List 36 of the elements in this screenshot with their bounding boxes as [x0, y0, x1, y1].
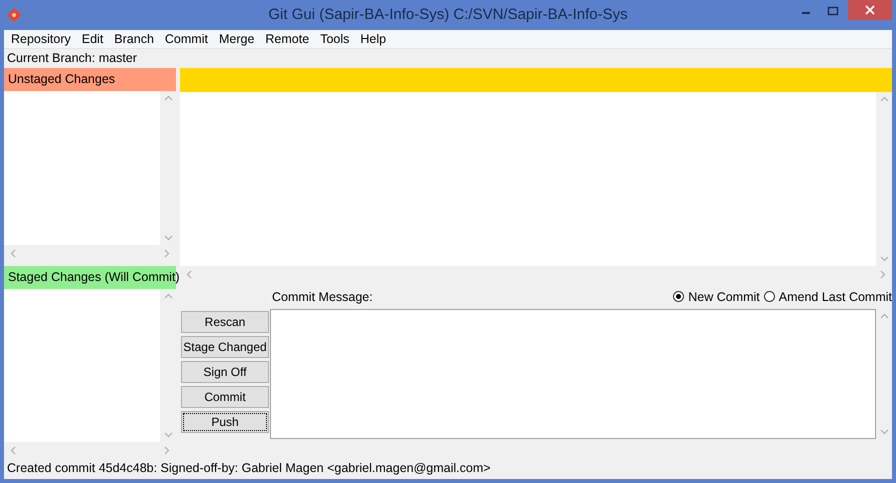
scroll-right-icon[interactable]	[164, 446, 170, 454]
menu-item[interactable]: Commit	[160, 32, 215, 46]
scroll-up-icon[interactable]	[880, 96, 888, 102]
commit-message-label: Commit Message:	[271, 290, 373, 304]
commit-message-field[interactable]	[270, 309, 876, 439]
menu-item[interactable]: Remote	[261, 32, 316, 46]
scroll-down-icon[interactable]	[880, 429, 888, 435]
scroll-down-icon[interactable]	[164, 432, 172, 438]
scroll-up-icon[interactable]	[880, 313, 888, 319]
scroll-right-icon[interactable]	[880, 270, 886, 278]
scroll-down-icon[interactable]	[164, 235, 172, 241]
menu-item[interactable]: Repository	[7, 32, 78, 46]
menu-item[interactable]: Help	[356, 32, 394, 46]
action-button[interactable]: Commit	[181, 386, 269, 408]
radio-option[interactable]: Amend Last Commit	[764, 290, 892, 304]
scroll-left-icon[interactable]	[186, 270, 192, 278]
menu-item[interactable]: Tools	[316, 32, 356, 46]
close-icon[interactable]	[865, 5, 875, 15]
action-button[interactable]: Rescan	[181, 311, 269, 333]
radio-option[interactable]: New Commit	[673, 290, 760, 304]
scroll-up-icon[interactable]	[164, 293, 172, 299]
menu-item[interactable]: Branch	[110, 32, 161, 46]
close-button[interactable]	[848, 0, 892, 20]
menu-item[interactable]: Edit	[78, 32, 110, 46]
action-button[interactable]: Push	[181, 411, 269, 433]
action-button[interactable]: Stage Changed	[181, 336, 269, 358]
window-title: Git Gui (Sapir-BA-Info-Sys) C:/SVN/Sapir-BA-Info-Sys	[268, 6, 628, 23]
scroll-left-icon[interactable]	[10, 446, 16, 454]
scroll-down-icon[interactable]	[880, 256, 888, 262]
scroll-left-icon[interactable]	[10, 248, 16, 258]
status-text: Created commit 45d4c48b: Signed-off-by: Gabriel Magen <gabriel.magen@gmail.com>	[6, 460, 492, 477]
scroll-right-icon[interactable]	[164, 248, 170, 258]
menu-item[interactable]: Merge	[214, 32, 262, 46]
action-button[interactable]: Sign Off	[181, 361, 269, 383]
unstaged-changes-header: Unstaged Changes	[4, 68, 176, 91]
scroll-up-icon[interactable]	[164, 95, 172, 101]
